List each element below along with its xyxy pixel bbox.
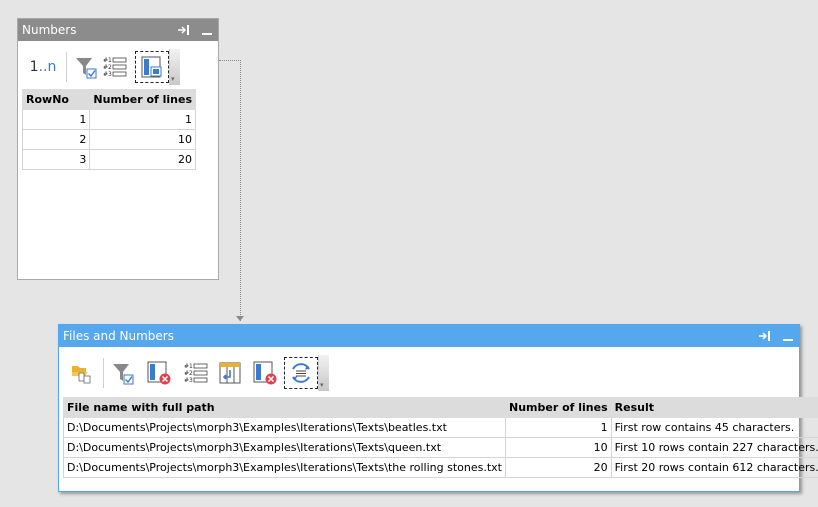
table-header-row: File name with full path Number of lines… [63, 397, 818, 418]
delete-column-button[interactable] [144, 358, 174, 388]
cell-number-of-lines[interactable]: 10 [505, 437, 612, 458]
loop-iterate-button[interactable] [284, 357, 318, 389]
numbered-list-icon: #1 #2 #3 [184, 363, 208, 384]
files-panel-titlebar[interactable]: Files and Numbers [59, 325, 799, 347]
cell-file-name[interactable]: D:\Documents\Projects\morph3\Examples\It… [63, 457, 506, 478]
column-header-number-of-lines[interactable]: Number of lines [89, 89, 196, 110]
table-row[interactable]: D:\Documents\Projects\morph3\Examples\It… [63, 437, 818, 458]
files-toolbar: #1 #2 #3 ▾ [65, 355, 329, 391]
files-panel[interactable]: Files and Numbers #1 #2 #3 ▾ File name w… [58, 324, 818, 492]
column-header-rowno[interactable]: RowNo [21, 89, 91, 110]
svg-text:#1: #1 [103, 57, 112, 64]
cell-number-of-lines[interactable]: 10 [89, 129, 196, 150]
column-header-number-of-lines[interactable]: Number of lines [505, 397, 612, 418]
column-header-file-name[interactable]: File name with full path [63, 397, 506, 418]
toolbar-separator [66, 52, 67, 82]
loop-iterate-icon [292, 363, 310, 383]
minimize-icon[interactable] [783, 339, 793, 341]
cell-number-of-lines[interactable]: 1 [505, 417, 612, 438]
filter-icon [113, 364, 134, 385]
numbers-panel-titlebar[interactable]: Numbers [18, 19, 218, 41]
table-row[interactable]: D:\Documents\Projects\morph3\Examples\It… [63, 417, 818, 438]
svg-text:#2: #2 [103, 64, 112, 71]
table-row[interactable]: D:\Documents\Projects\morph3\Examples\It… [63, 457, 818, 478]
cell-file-name[interactable]: D:\Documents\Projects\morph3\Examples\It… [63, 417, 506, 438]
numbers-table: RowNo Number of lines 1 1 2 10 3 20 [21, 89, 196, 170]
filter-icon [76, 58, 97, 79]
files-panel-title: Files and Numbers [63, 329, 174, 343]
filter-button[interactable] [108, 358, 138, 388]
cell-rowno[interactable]: 3 [21, 149, 91, 170]
table-row[interactable]: 3 20 [21, 149, 196, 170]
cell-file-name[interactable]: D:\Documents\Projects\morph3\Examples\It… [63, 437, 506, 458]
open-folder-icon [72, 366, 91, 384]
numbered-list-button[interactable]: #1 #2 #3 [101, 52, 131, 82]
filter-button[interactable] [71, 52, 101, 82]
column-header-result[interactable]: Result [610, 397, 818, 418]
toolbar-scroll-handle[interactable]: ▾ [318, 355, 329, 391]
connector-arrow-icon [236, 316, 244, 321]
files-table: File name with full path Number of lines… [63, 397, 818, 478]
numbered-list-icon: #1 #2 #3 [103, 57, 127, 78]
column-delete-icon [147, 361, 171, 385]
toolbar-separator [103, 358, 104, 388]
cell-rowno[interactable]: 1 [21, 109, 91, 130]
link-connector [219, 60, 241, 321]
table-header-row: RowNo Number of lines [21, 89, 196, 110]
numbered-list-button[interactable]: #1 #2 #3 [182, 358, 212, 388]
cell-number-of-lines[interactable]: 20 [89, 149, 196, 170]
insert-column-button[interactable] [216, 358, 246, 388]
svg-text:#2: #2 [184, 370, 193, 377]
cell-rowno[interactable]: 2 [21, 129, 91, 150]
range-end-label: n [47, 59, 57, 75]
numbers-toolbar: 1..n #1 #2 #3 ▾ [24, 49, 180, 85]
cell-number-of-lines[interactable]: 20 [505, 457, 612, 478]
range-1-n-icon: 1..n [30, 59, 57, 75]
range-1-n-button[interactable]: 1..n [24, 52, 62, 82]
open-folder-button[interactable] [65, 358, 99, 388]
numbers-panel-title: Numbers [22, 23, 77, 37]
cell-result[interactable]: First row contains 45 characters. [610, 417, 818, 438]
column-delete-icon [253, 361, 277, 385]
svg-text:#3: #3 [103, 71, 112, 78]
numbers-panel[interactable]: Numbers 1..n #1 #2 #3 ▾ RowNo Number of … [17, 18, 219, 280]
insert-column-icon [219, 362, 241, 384]
table-row[interactable]: 2 10 [21, 129, 196, 150]
dock-icon[interactable] [178, 25, 190, 35]
cell-result[interactable]: First 20 rows contain 612 characters. [610, 457, 818, 478]
minimize-icon[interactable] [202, 33, 212, 35]
delete-column-button-2[interactable] [250, 358, 280, 388]
cell-result[interactable]: First 10 rows contain 227 characters. [610, 437, 818, 458]
column-select-icon [141, 56, 162, 78]
range-start-label: 1 [29, 59, 39, 75]
dock-icon[interactable] [759, 331, 771, 341]
svg-text:#1: #1 [184, 363, 193, 370]
toolbar-scroll-handle[interactable]: ▾ [169, 49, 180, 85]
cell-number-of-lines[interactable]: 1 [89, 109, 196, 130]
table-row[interactable]: 1 1 [21, 109, 196, 130]
svg-text:#3: #3 [184, 377, 193, 384]
column-select-button[interactable] [135, 51, 169, 83]
